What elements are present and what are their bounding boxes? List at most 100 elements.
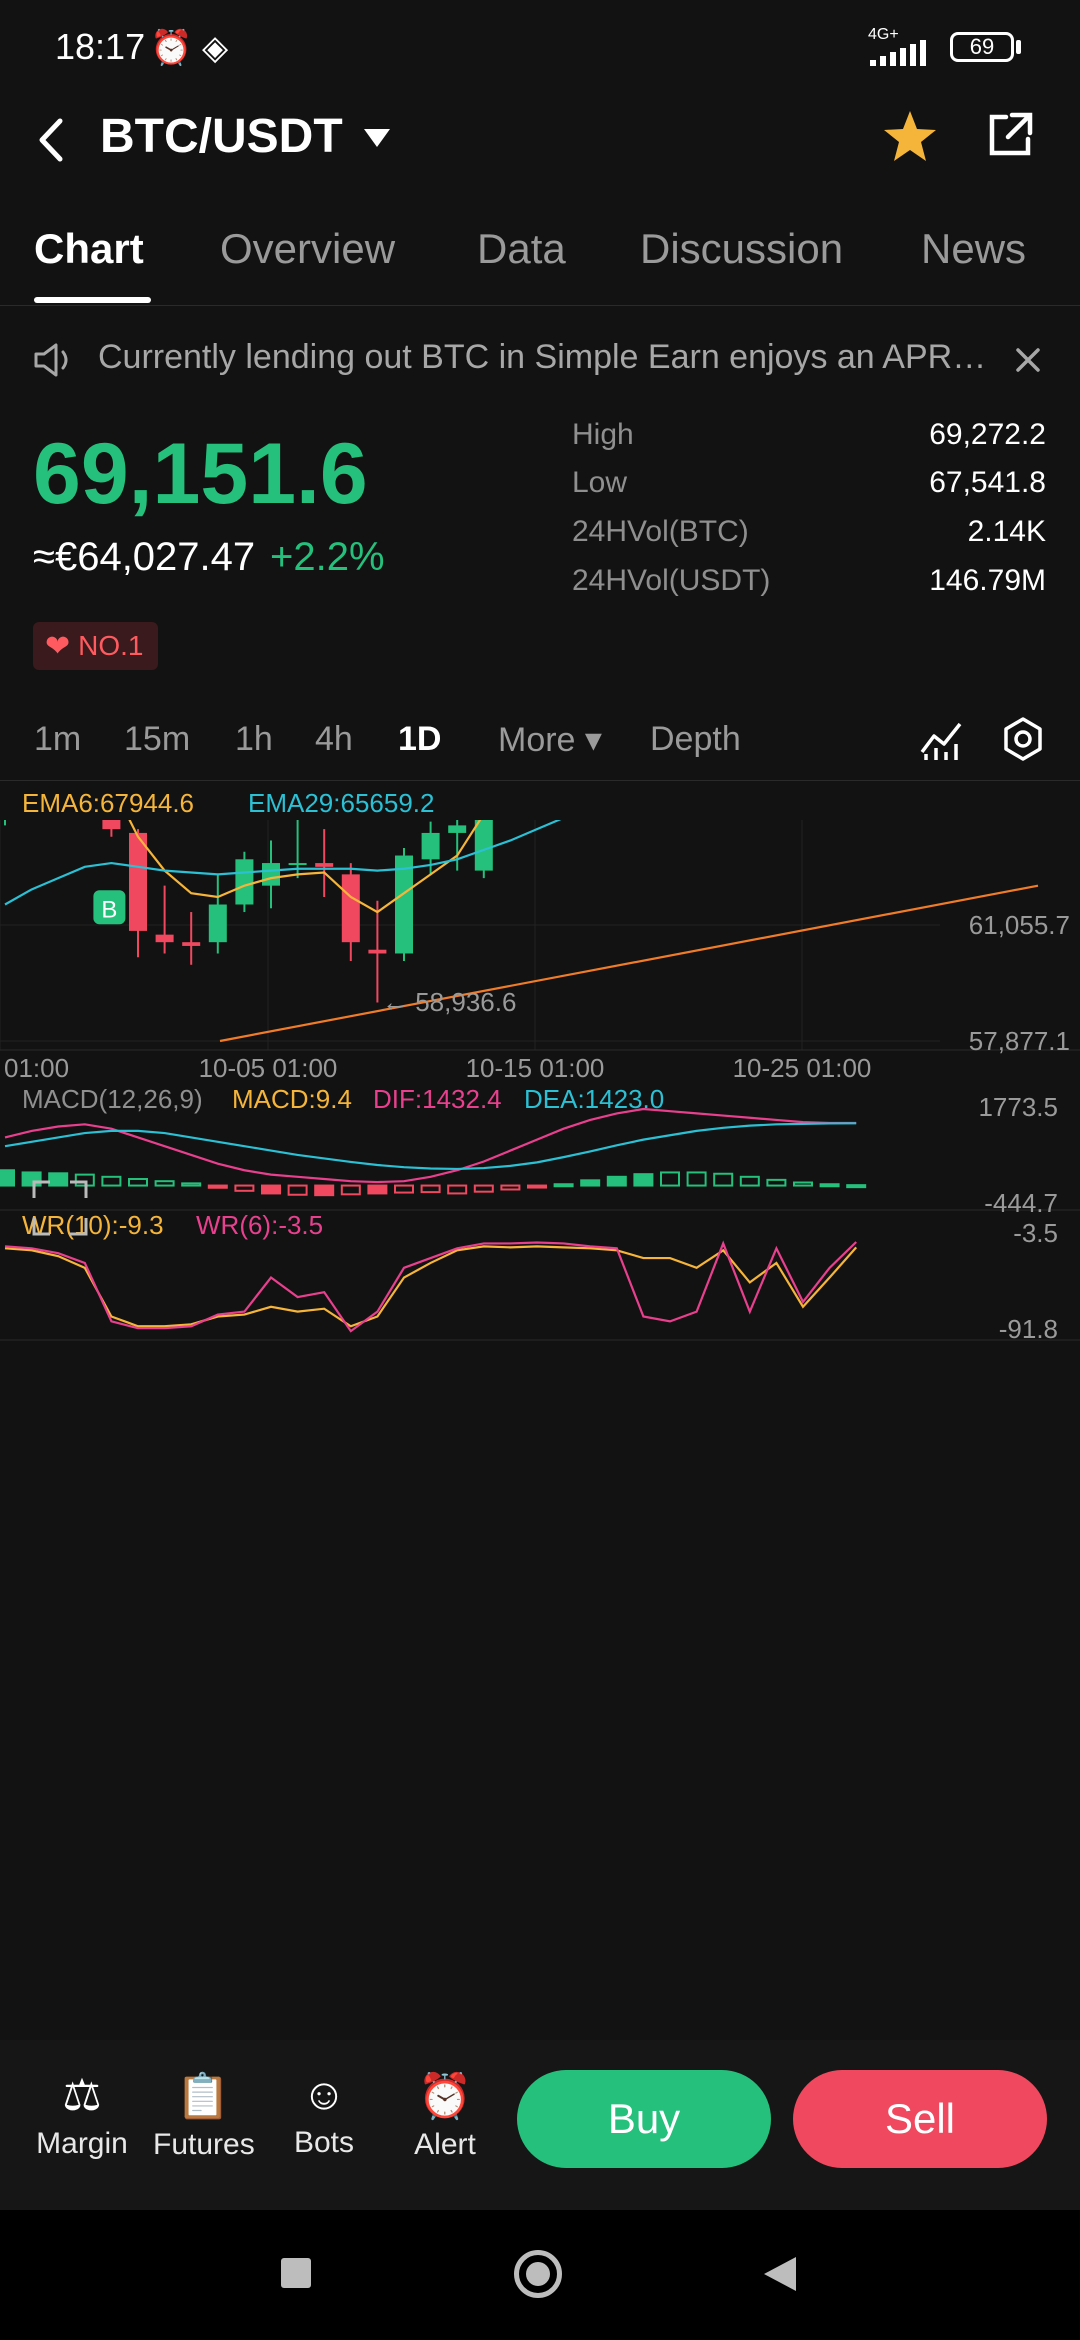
macd-dif-line: [4, 1107, 857, 1184]
tab-overview[interactable]: Overview: [220, 225, 395, 273]
tab-chart[interactable]: Chart: [34, 225, 144, 273]
ema6-legend: EMA6:67944.6: [22, 788, 195, 818]
nav-bots-label: Bots: [293, 2126, 355, 2159]
back-arrow-icon[interactable]: [30, 115, 70, 165]
nav-alert[interactable]: ⏰ Alert: [395, 2070, 495, 2162]
candle-body: [421, 832, 440, 860]
nav-futures-label: Futures: [153, 2128, 255, 2161]
macd-histogram-bar: [633, 1173, 654, 1187]
macd-histogram-bar: [846, 1184, 867, 1189]
back-icon[interactable]: [762, 2255, 798, 2293]
macd-dea-line: [4, 1122, 857, 1171]
main-tabs: Chart Overview Data Discussion News: [0, 205, 1080, 306]
low-annotation: ← 58,936.6: [382, 987, 516, 1017]
trend-lines: [219, 884, 1039, 1043]
macd-histogram-bar: [447, 1184, 468, 1195]
time-axis: 01:00 10-05 01:00 10-15 01:00 10-25 01:00: [4, 1053, 871, 1083]
bottom-action-bar: ⚖ Margin 📋 Futures ☺ Bots ⏰ Alert Buy Se…: [0, 2040, 1080, 2210]
macd-histogram-bar: [181, 1182, 202, 1187]
macd-histogram-bar: [500, 1184, 521, 1191]
macd-histogram-bar: [234, 1184, 255, 1192]
alarm-icon: ⏰: [150, 29, 193, 67]
macd-histogram-bar: [686, 1171, 707, 1187]
macd-histogram-bar: [207, 1184, 228, 1189]
sell-button[interactable]: Sell: [793, 2070, 1047, 2168]
candle-body: [129, 832, 147, 931]
macd-legend: MACD(12,26,9): [22, 1084, 203, 1114]
tab-discussion[interactable]: Discussion: [640, 225, 843, 273]
nav-futures[interactable]: 📋 Futures: [153, 2070, 255, 2162]
battery-level: 69: [969, 34, 995, 59]
candle-body: [235, 859, 254, 905]
pair-title[interactable]: BTC/USDT: [100, 109, 343, 164]
candle-body: [368, 949, 387, 954]
interval-1d[interactable]: 1D: [398, 720, 441, 759]
pair-dropdown-icon[interactable]: [362, 127, 392, 151]
home-icon[interactable]: [514, 2250, 562, 2298]
status-bar: 18:17 ⏰ ◈ 4G+ 69: [0, 0, 1080, 95]
interval-1h[interactable]: 1h: [235, 720, 273, 759]
close-icon[interactable]: [1014, 346, 1042, 374]
buy-button[interactable]: Buy: [517, 2070, 771, 2168]
interval-15m[interactable]: 15m: [124, 720, 190, 759]
nav-bots[interactable]: ☺ Bots: [274, 2070, 374, 2160]
margin-icon: ⚖: [62, 2071, 102, 2120]
candle-body: [341, 874, 360, 943]
nav-margin[interactable]: ⚖ Margin: [32, 2070, 132, 2161]
macd-histogram-bar: [154, 1180, 175, 1187]
macd-legend: MACD:9.4: [232, 1084, 352, 1114]
favorite-star-icon[interactable]: [880, 107, 940, 167]
rank-badge[interactable]: ❤ NO.1: [33, 622, 158, 670]
macd-histogram-bar: [48, 1172, 69, 1187]
macd-histogram-bar: [101, 1175, 122, 1187]
price-chart[interactable]: Gate.io 70,591.467,412.864,234.261,055.7…: [0, 820, 1080, 2010]
macd-histogram-bar: [287, 1184, 308, 1196]
macd-histogram-bar: [713, 1172, 734, 1187]
stat-low-label: Low: [572, 466, 628, 499]
interval-1m[interactable]: 1m: [34, 720, 81, 759]
bots-icon: ☺: [301, 2070, 347, 2119]
macd-histogram-bar: [793, 1181, 813, 1187]
candles: [4, 820, 493, 1003]
macd-histogram-bar: [128, 1177, 148, 1187]
tab-news[interactable]: News: [921, 225, 1026, 273]
tab-active-indicator: [34, 297, 151, 303]
macd-histogram-bar: [553, 1183, 574, 1188]
macd-histogram-bar: [606, 1175, 627, 1187]
indicator-icon[interactable]: [918, 716, 964, 762]
interval-depth[interactable]: Depth: [650, 720, 741, 759]
notice-bar[interactable]: Currently lending out BTC in Simple Earn…: [0, 330, 1080, 390]
fire-heart-icon: ❤: [45, 629, 71, 663]
price-axis-label: 61,055.7: [969, 910, 1070, 940]
candle-body: [102, 820, 121, 830]
macd-panel: MACD(12,26,9) MACD:9.4 DIF:1432.4 DEA:1423.…: [0, 1084, 1080, 1218]
time-axis-label: 01:00: [4, 1053, 69, 1083]
candle-body: [288, 863, 307, 866]
notice-text: Currently lending out BTC in Simple Earn…: [98, 338, 987, 376]
interval-bar: 1m 15m 1h 4h 1D More ▾ Depth: [0, 700, 1080, 781]
chart-settings-icon[interactable]: [1000, 716, 1046, 762]
macd-histogram-bar: [314, 1184, 335, 1197]
signal-icon: [870, 40, 926, 66]
interval-4h[interactable]: 4h: [315, 720, 353, 759]
stat-high-label: High: [572, 418, 634, 451]
futures-icon: 📋: [175, 2072, 231, 2121]
recent-apps-icon[interactable]: [281, 2258, 311, 2288]
interval-more[interactable]: More ▾: [498, 720, 602, 760]
macd-histogram-bar: [819, 1183, 840, 1188]
macd-histogram-bar: [367, 1184, 388, 1195]
nav-margin-label: Margin: [36, 2127, 128, 2160]
tab-data[interactable]: Data: [477, 225, 566, 273]
macd-histogram-bar: [420, 1184, 441, 1194]
wr-panel: WR(10):-9.3 WR(6):-3.5 -3.5-91.8: [0, 1210, 1080, 1344]
time-axis-label: 10-25 01:00: [733, 1053, 872, 1083]
candle-body: [262, 863, 280, 886]
macd-histogram-bar: [21, 1171, 42, 1187]
price-axis-label: 57,877.1: [969, 1026, 1070, 1056]
stat-vol-usdt-label: 24HVol(USDT): [572, 564, 771, 597]
stat-vol-btc-value: 2.14K: [967, 515, 1046, 548]
last-price: 69,151.6: [33, 426, 368, 522]
nav-alert-label: Alert: [414, 2128, 476, 2161]
wr-legend: WR(6):-3.5: [196, 1210, 323, 1240]
share-icon[interactable]: [982, 107, 1038, 163]
